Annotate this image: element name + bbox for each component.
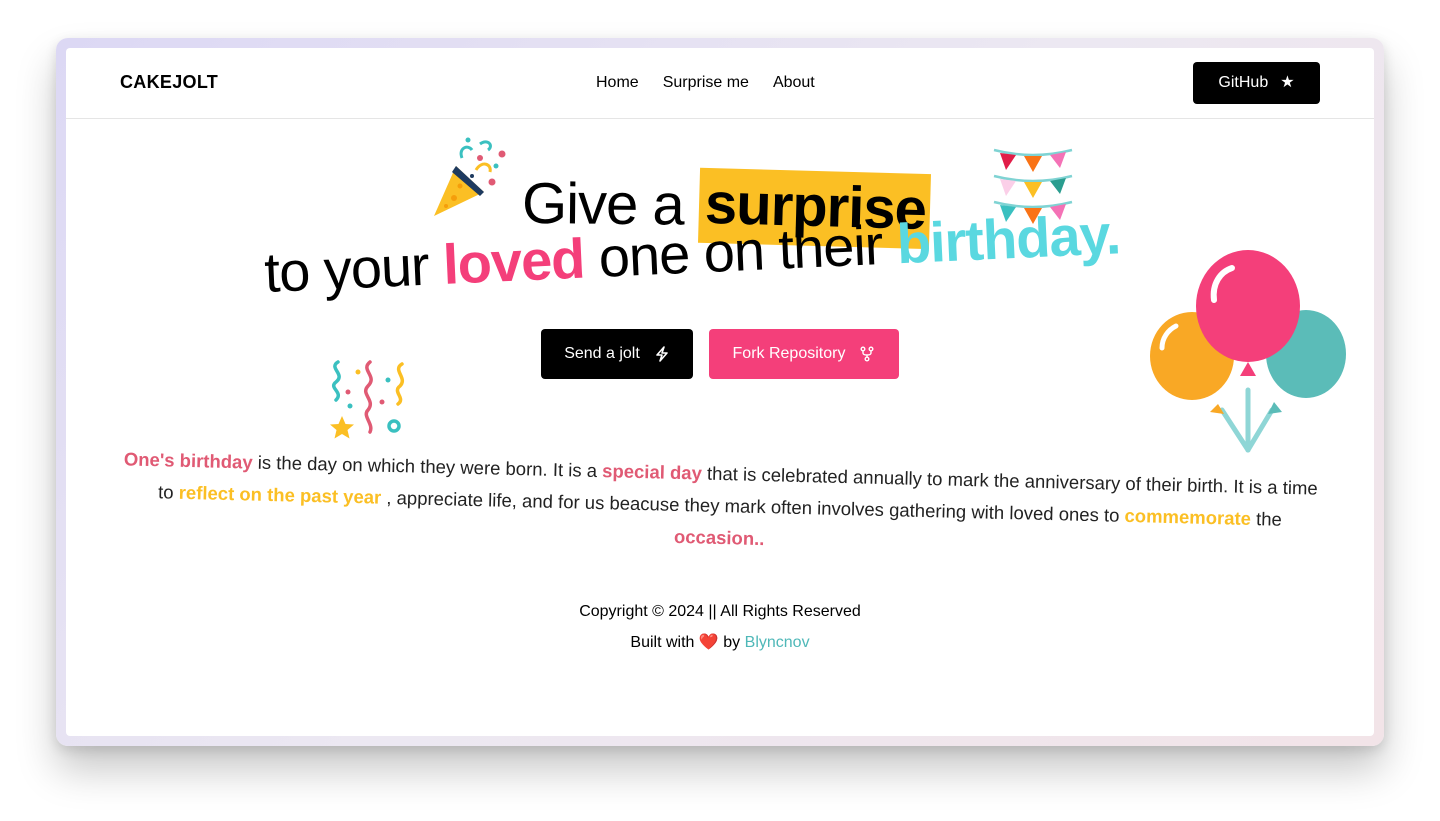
desc-special-day: special day <box>601 460 703 484</box>
page: CAKEJOLT Home Surprise me About GitHub ★ <box>66 48 1374 736</box>
desc-occasion: occasion.. <box>673 525 765 550</box>
hero-highlight-loved: loved <box>441 226 586 296</box>
built-with-line: Built with ❤️ by Blyncnov <box>66 632 1374 663</box>
birthday-description: One's birthday is the day on which they … <box>121 443 1319 568</box>
send-jolt-button[interactable]: Send a jolt <box>541 329 693 379</box>
brand-logo[interactable]: CAKEJOLT <box>120 72 218 93</box>
fork-repository-label: Fork Repository <box>732 345 846 362</box>
github-button[interactable]: GitHub ★ <box>1193 62 1320 104</box>
desc-text-1: is the day on which they were born. It i… <box>252 451 603 482</box>
nav-links: Home Surprise me About <box>596 74 815 92</box>
fork-icon <box>860 346 874 362</box>
desc-commemorate: commemorate <box>1124 504 1252 529</box>
nav-link-surprise-me[interactable]: Surprise me <box>663 74 749 92</box>
built-with-prefix: Built with <box>630 634 695 651</box>
hero-line2-middle: one on their <box>597 213 884 289</box>
navbar: CAKEJOLT Home Surprise me About GitHub ★ <box>66 48 1374 119</box>
heart-icon: ❤️ <box>698 634 719 651</box>
party-popper-icon <box>434 137 506 216</box>
send-jolt-label: Send a jolt <box>564 345 640 362</box>
desc-ones-birthday: One's birthday <box>123 448 253 473</box>
desc-text-3: , appreciate life, and for us beacuse th… <box>380 486 1125 526</box>
nav-link-about[interactable]: About <box>773 74 815 92</box>
built-by-text: by <box>723 634 741 651</box>
footer: Copyright © 2024 || All Rights Reserved … <box>66 601 1374 663</box>
balloons-icon <box>1150 250 1346 453</box>
author-link[interactable]: Blyncnov <box>745 634 810 651</box>
star-icon: ★ <box>1280 74 1295 91</box>
lightning-icon <box>655 346 668 362</box>
github-button-label: GitHub <box>1218 74 1269 91</box>
fork-repository-button[interactable]: Fork Repository <box>709 329 899 379</box>
hero-highlight-birthday: birthday. <box>895 202 1122 276</box>
confetti-icon <box>330 360 405 439</box>
hero-line2-prefix: to your <box>263 233 430 305</box>
desc-reflect: reflect on the past year <box>178 481 382 508</box>
copyright-text: Copyright © 2024 || All Rights Reserved <box>579 603 861 620</box>
desc-text-4: the <box>1250 507 1283 530</box>
nav-link-home[interactable]: Home <box>596 74 639 92</box>
